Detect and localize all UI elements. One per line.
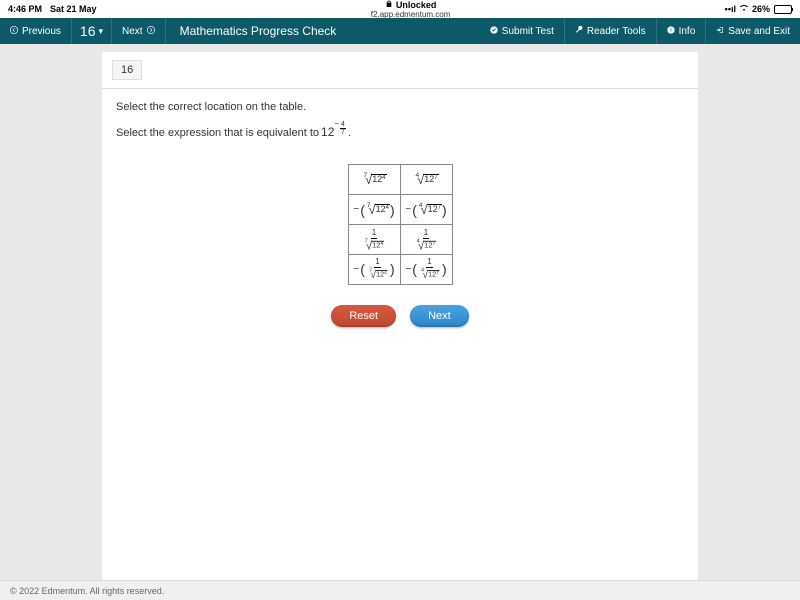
prompt-period: .	[348, 127, 351, 139]
footer: © 2022 Edmentum. All rights reserved.	[0, 580, 800, 600]
reader-tools-label: Reader Tools	[587, 26, 646, 37]
question-number-dropdown[interactable]: 16 ▾	[72, 18, 112, 44]
page-title: Mathematics Progress Check	[166, 24, 480, 38]
signal-icon: ••ıl	[725, 4, 736, 14]
status-center: Unlocked f2.app.edmentum.com	[97, 0, 725, 19]
chevron-left-icon	[10, 26, 18, 37]
top-nav: Previous 16 ▾ Next Mathematics Progress …	[0, 18, 800, 44]
submit-test-button[interactable]: Submit Test	[480, 18, 565, 44]
info-button[interactable]: i Info	[657, 18, 707, 44]
previous-label: Previous	[22, 26, 61, 37]
answer-table: 7 √ 124 4 √ 127	[348, 164, 453, 285]
lock-text: Unlocked	[396, 0, 437, 10]
status-time: 4:46 PM	[8, 4, 42, 14]
battery-icon	[774, 5, 792, 14]
table-row: 7 √ 124 4 √ 127	[348, 165, 452, 195]
exit-icon	[716, 26, 724, 37]
expr-exponent: 4 7	[340, 121, 346, 136]
info-label: Info	[679, 26, 696, 37]
answer-cell-r2c2[interactable]: − ( 4 √ 127 )	[400, 195, 452, 225]
table-row: − ( 1 7 √ 124	[348, 255, 452, 285]
answer-cell-r1c2[interactable]: 4 √ 127	[400, 165, 452, 195]
question-prompt: Select the expression that is equivalent…	[116, 125, 684, 140]
status-right: ••ıl 26%	[725, 4, 792, 14]
content-area: 16 Select the correct location on the ta…	[0, 44, 800, 580]
question-card: 16 Select the correct location on the ta…	[102, 52, 698, 580]
footer-text: © 2022 Edmentum. All rights reserved.	[10, 586, 164, 596]
prompt-expression: 12 − 4 7	[321, 125, 346, 140]
save-exit-button[interactable]: Save and Exit	[706, 18, 800, 44]
status-bar: 4:46 PM Sat 21 May Unlocked f2.app.edmen…	[0, 0, 800, 18]
answer-cell-r4c1[interactable]: − ( 1 7 √ 124	[348, 255, 400, 285]
table-row: − ( 7 √ 124 )	[348, 195, 452, 225]
submit-test-label: Submit Test	[502, 26, 554, 37]
lock-icon	[385, 0, 393, 10]
answer-cell-r3c1[interactable]: 1 7 √ 124	[348, 225, 400, 255]
chevron-down-icon: ▾	[98, 26, 103, 37]
wrench-icon	[575, 26, 583, 37]
answer-cell-r4c2[interactable]: − ( 1 4 √ 127	[400, 255, 452, 285]
question-header: 16	[102, 52, 698, 89]
battery-pct: 26%	[752, 4, 770, 14]
status-left: 4:46 PM Sat 21 May	[8, 4, 97, 14]
previous-button[interactable]: Previous	[0, 18, 72, 44]
button-row: Reset Next	[116, 305, 684, 327]
reader-tools-button[interactable]: Reader Tools	[565, 18, 657, 44]
answer-cell-r3c2[interactable]: 1 4 √ 127	[400, 225, 452, 255]
info-icon: i	[667, 26, 675, 37]
expr-neg: −	[334, 119, 339, 128]
expr-base: 12	[321, 125, 334, 139]
reset-button[interactable]: Reset	[331, 305, 396, 327]
status-date: Sat 21 May	[50, 4, 97, 14]
expr-exp-den: 7	[341, 129, 345, 136]
prompt-prefix: Select the expression that is equivalent…	[116, 127, 319, 139]
next-button[interactable]: Next	[410, 305, 469, 327]
answer-cell-r2c1[interactable]: − ( 7 √ 124 )	[348, 195, 400, 225]
chevron-right-icon	[147, 26, 155, 37]
question-number-label: 16	[80, 23, 96, 39]
table-row: 1 7 √ 124 1	[348, 225, 452, 255]
question-instruction: Select the correct location on the table…	[116, 101, 684, 113]
expr-exp-num: 4	[340, 121, 346, 129]
question-number-box: 16	[112, 60, 142, 80]
next-nav-button[interactable]: Next	[112, 18, 166, 44]
next-nav-label: Next	[122, 26, 143, 37]
check-circle-icon	[490, 26, 498, 37]
save-exit-label: Save and Exit	[728, 26, 790, 37]
answer-cell-r1c1[interactable]: 7 √ 124	[348, 165, 400, 195]
question-body: Select the correct location on the table…	[102, 89, 698, 339]
wifi-icon	[740, 4, 748, 14]
